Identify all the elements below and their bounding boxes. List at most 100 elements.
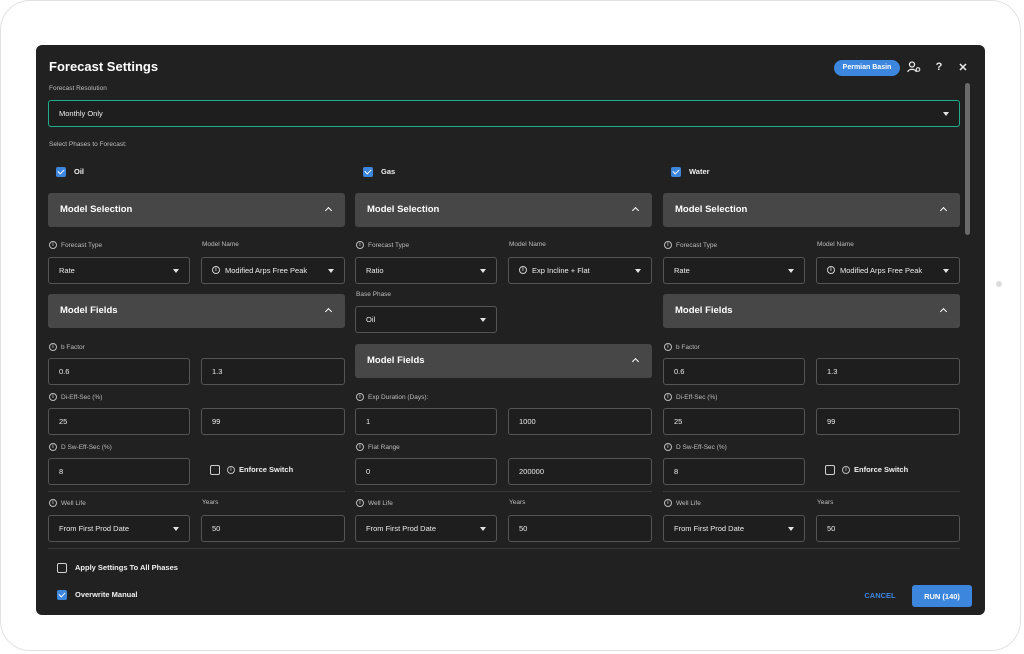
gas-base-phase-label: Base Phase <box>356 291 392 298</box>
gas-flat-min-input[interactable]: 0 <box>355 458 497 485</box>
oil-b-factor-min-input[interactable]: 0.6 <box>48 358 190 385</box>
water-di-max-input[interactable]: 99 <box>816 408 960 435</box>
info-icon[interactable]: i <box>49 343 57 351</box>
oil-model-selection-title: Model Selection <box>60 204 133 215</box>
gas-years-label: Years <box>509 499 526 506</box>
info-icon[interactable]: i <box>356 499 364 507</box>
gas-model-selection-title: Model Selection <box>367 204 440 215</box>
oil-well-life-label: i Well Life <box>49 499 86 507</box>
info-icon[interactable]: i <box>664 499 672 507</box>
info-icon[interactable]: i <box>49 393 57 401</box>
water-b-factor-min-input[interactable]: 0.6 <box>663 358 805 385</box>
forecast-resolution-label: Forecast Resolution <box>49 85 107 92</box>
info-icon[interactable]: i <box>664 343 672 351</box>
info-icon[interactable]: i <box>664 393 672 401</box>
gas-flat-max-input[interactable]: 200000 <box>508 458 652 485</box>
info-icon[interactable]: i <box>356 241 364 249</box>
water-label: Water <box>689 167 710 176</box>
water-well-life-label: i Well Life <box>664 499 701 507</box>
water-enforce-switch-checkbox[interactable] <box>825 465 835 475</box>
oil-forecast-type-label: i Forecast Type <box>49 241 102 249</box>
run-button[interactable]: RUN (140) <box>912 585 972 607</box>
info-icon[interactable]: i <box>49 499 57 507</box>
water-b-factor-max-input[interactable]: 1.3 <box>816 358 960 385</box>
gas-forecast-type-label: i Forecast Type <box>356 241 409 249</box>
chevron-up-icon <box>631 206 640 215</box>
forecast-settings-dialog: Forecast Settings Permian Basin ? ✕ Fore… <box>36 45 985 615</box>
oil-b-factor-max-input[interactable]: 1.3 <box>201 358 345 385</box>
oil-model-name-select[interactable]: i Modified Arps Free Peak <box>201 257 345 284</box>
water-well-life-select[interactable]: From First Prod Date <box>663 515 805 542</box>
oil-dsw-input[interactable]: 8 <box>48 458 190 485</box>
gas-years-input[interactable]: 50 <box>508 515 652 542</box>
info-icon[interactable]: i <box>664 241 672 249</box>
gas-forecast-type-select[interactable]: Ratio <box>355 257 497 284</box>
water-di-label: i Di-Eff-Sec (%) <box>664 393 717 401</box>
water-divider <box>663 491 960 492</box>
gas-model-selection-header[interactable]: Model Selection <box>355 193 652 227</box>
gas-well-life-label: i Well Life <box>356 499 393 507</box>
oil-enforce-switch-checkbox[interactable] <box>210 465 220 475</box>
scrollbar-thumb[interactable] <box>965 83 970 235</box>
gas-divider <box>355 491 652 492</box>
info-icon[interactable]: i <box>842 465 850 474</box>
info-icon[interactable]: i <box>664 443 672 451</box>
info-icon[interactable]: i <box>356 393 364 401</box>
water-dsw-input[interactable]: 8 <box>663 458 805 485</box>
info-icon[interactable]: i <box>49 241 57 249</box>
info-icon: i <box>827 266 835 275</box>
gas-well-life-select[interactable]: From First Prod Date <box>355 515 497 542</box>
gas-model-name-select[interactable]: i Exp Incline + Flat <box>508 257 652 284</box>
oil-b-factor-label: ib Factor <box>49 343 85 351</box>
gas-checkbox[interactable] <box>363 167 373 177</box>
scrollbar[interactable] <box>965 83 970 571</box>
water-years-input[interactable]: 50 <box>816 515 960 542</box>
gas-model-fields-title: Model Fields <box>367 355 425 366</box>
oil-model-fields-header[interactable]: Model Fields <box>48 294 345 328</box>
help-icon[interactable]: ? <box>931 59 947 75</box>
oil-model-selection-header[interactable]: Model Selection <box>48 193 345 227</box>
forecast-resolution-select[interactable]: Monthly Only <box>48 100 960 127</box>
water-model-fields-header[interactable]: Model Fields <box>663 294 960 328</box>
oil-model-fields-title: Model Fields <box>60 305 118 316</box>
water-forecast-type-select[interactable]: Rate <box>663 257 805 284</box>
gas-model-fields-header[interactable]: Model Fields <box>355 344 652 378</box>
overwrite-manual-label: Overwrite Manual <box>75 590 138 599</box>
basin-badge[interactable]: Permian Basin <box>834 60 900 76</box>
gas-model-name-label: Model Name <box>509 241 546 248</box>
info-icon[interactable]: i <box>227 465 235 474</box>
oil-divider <box>48 491 345 492</box>
close-icon[interactable]: ✕ <box>955 59 971 75</box>
user-settings-icon[interactable] <box>906 59 922 75</box>
gas-exp-min-input[interactable]: 1 <box>355 408 497 435</box>
info-icon: i <box>519 266 527 275</box>
apply-all-phases-checkbox[interactable] <box>57 563 67 573</box>
water-model-fields-title: Model Fields <box>675 305 733 316</box>
gas-base-phase-select[interactable]: Oil <box>355 306 497 333</box>
overwrite-manual-checkbox[interactable] <box>57 590 67 600</box>
water-di-min-input[interactable]: 25 <box>663 408 805 435</box>
oil-years-label: Years <box>202 499 219 506</box>
water-model-name-label: Model Name <box>817 241 854 248</box>
info-icon[interactable]: i <box>356 443 364 451</box>
gas-flat-range-label: i Flat Range <box>356 443 400 451</box>
oil-forecast-type-select[interactable]: Rate <box>48 257 190 284</box>
water-model-selection-header[interactable]: Model Selection <box>663 193 960 227</box>
oil-di-min-input[interactable]: 25 <box>48 408 190 435</box>
water-checkbox[interactable] <box>671 167 681 177</box>
cancel-button[interactable]: CANCEL <box>856 585 904 605</box>
oil-well-life-select[interactable]: From First Prod Date <box>48 515 190 542</box>
gas-exp-max-input[interactable]: 1000 <box>508 408 652 435</box>
chevron-up-icon <box>631 357 640 366</box>
oil-checkbox[interactable] <box>56 167 66 177</box>
water-model-name-select[interactable]: i Modified Arps Free Peak <box>816 257 960 284</box>
info-icon[interactable]: i <box>49 443 57 451</box>
dialog-title: Forecast Settings <box>49 59 159 74</box>
chevron-up-icon <box>324 206 333 215</box>
oil-years-input[interactable]: 50 <box>201 515 345 542</box>
oil-di-max-input[interactable]: 99 <box>201 408 345 435</box>
chevron-up-icon <box>939 206 948 215</box>
footer-divider <box>48 548 960 549</box>
oil-label: Oil <box>74 167 85 176</box>
oil-enforce-switch-label: i Enforce Switch <box>227 465 293 474</box>
